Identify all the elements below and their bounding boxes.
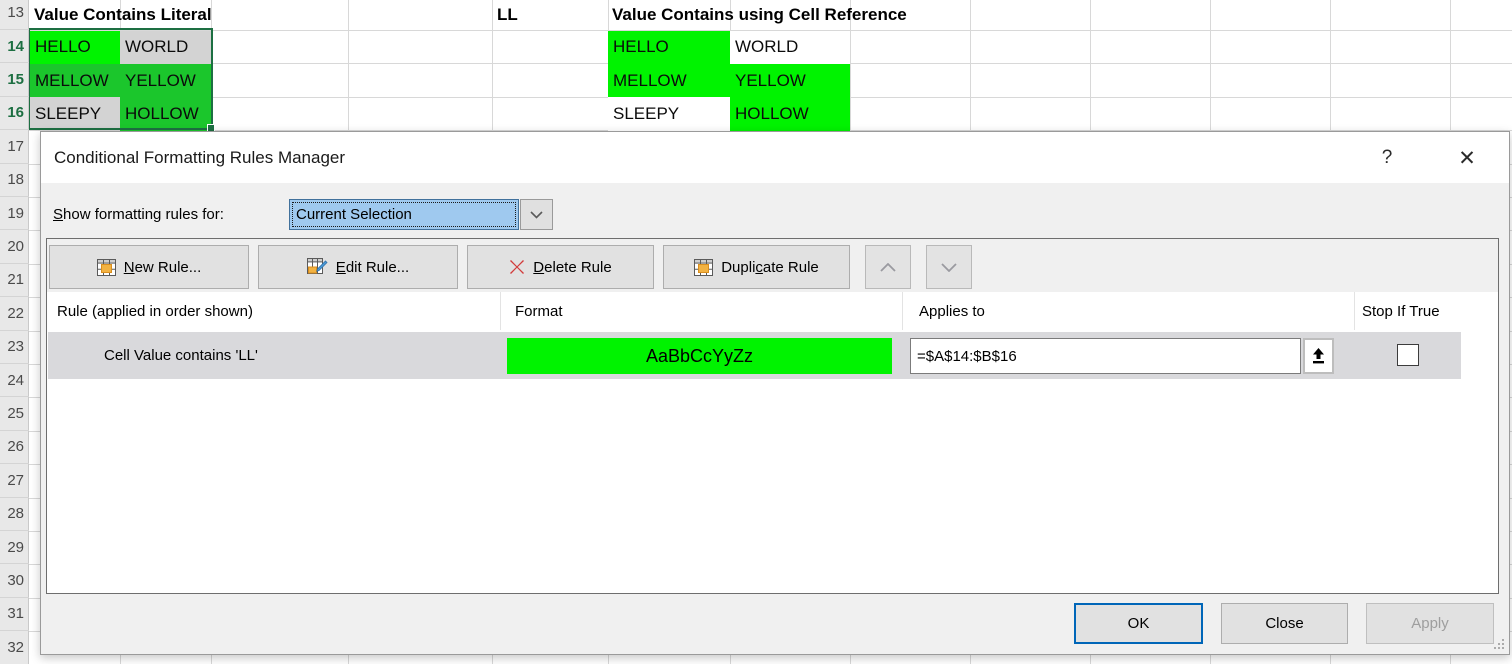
sheet-column-title: Value Contains using Cell Reference xyxy=(612,1,907,29)
row-header[interactable]: 26 xyxy=(0,431,29,464)
new-rule-table-icon xyxy=(97,259,116,276)
chevron-up-icon xyxy=(880,263,896,272)
cell-selection-border xyxy=(28,28,213,130)
move-rule-down-button[interactable] xyxy=(926,245,972,289)
show-formatting-rules-label: Show formatting rules for: xyxy=(53,206,224,223)
dialog-titlebar: Conditional Formatting Rules Manager ? ✕ xyxy=(41,132,1509,183)
row-header[interactable]: 16 xyxy=(0,97,29,130)
duplicate-rule-table-icon xyxy=(694,259,713,276)
edit-rule-button[interactable]: Edit Rule... xyxy=(258,245,458,289)
chevron-down-icon xyxy=(941,263,957,272)
move-rule-up-button[interactable] xyxy=(865,245,911,289)
sheet-column-title: LL xyxy=(497,1,518,29)
row-header[interactable]: 32 xyxy=(0,631,29,664)
row-header[interactable]: 27 xyxy=(0,464,29,497)
row-header[interactable]: 18 xyxy=(0,164,29,197)
close-icon[interactable]: ✕ xyxy=(1446,140,1488,176)
edit-rule-pencil-icon xyxy=(307,258,328,276)
row-header[interactable]: 31 xyxy=(0,598,29,631)
row-header[interactable]: 15 xyxy=(0,63,29,96)
rules-group-box: New Rule... Edit Rule... Delete Rule Dup… xyxy=(46,238,1499,594)
applies-to-input[interactable] xyxy=(910,338,1301,374)
new-rule-label: New Rule... xyxy=(124,259,202,276)
spreadsheet-cell[interactable]: HOLLOW xyxy=(730,97,850,130)
row-header[interactable]: 17 xyxy=(0,130,29,163)
row-header[interactable]: 29 xyxy=(0,531,29,564)
new-rule-button[interactable]: New Rule... xyxy=(49,245,249,289)
scope-dropdown-value: Current Selection xyxy=(296,206,412,223)
row-header[interactable]: 25 xyxy=(0,397,29,430)
delete-rule-label: Delete Rule xyxy=(533,259,611,276)
format-preview-swatch: AaBbCcYyZz xyxy=(507,338,892,374)
row-header[interactable]: 24 xyxy=(0,364,29,397)
conditional-formatting-rules-manager-dialog: Conditional Formatting Rules Manager ? ✕… xyxy=(40,131,1510,655)
row-header[interactable]: 20 xyxy=(0,230,29,263)
delete-x-icon xyxy=(509,259,525,275)
stop-if-true-checkbox[interactable] xyxy=(1397,344,1419,366)
spreadsheet-cell[interactable]: SLEEPY xyxy=(608,97,730,130)
close-button[interactable]: Close xyxy=(1221,603,1348,644)
screen: Value Contains Literal LL Value Contains u… xyxy=(0,0,1512,664)
row-header[interactable]: 28 xyxy=(0,498,29,531)
spreadsheet-cell[interactable]: YELLOW xyxy=(730,64,850,97)
row-header[interactable]: 23 xyxy=(0,331,29,364)
rules-list: Rule (applied in order shown) Format App… xyxy=(47,292,1498,593)
column-header-stop: Stop If True xyxy=(1362,292,1440,330)
column-header-format: Format xyxy=(515,292,563,330)
collapse-dialog-range-button[interactable] xyxy=(1303,338,1334,374)
ok-button[interactable]: OK xyxy=(1074,603,1203,644)
row-header[interactable]: 21 xyxy=(0,264,29,297)
row-header[interactable]: 13 xyxy=(0,0,29,30)
scope-dropdown-arrow-button[interactable] xyxy=(520,199,553,230)
dialog-title: Conditional Formatting Rules Manager xyxy=(54,132,345,183)
duplicate-rule-label: Duplicate Rule xyxy=(721,259,819,276)
sheet-column-title: Value Contains Literal xyxy=(34,1,212,29)
column-header-rule: Rule (applied in order shown) xyxy=(57,292,253,330)
row-header[interactable]: 22 xyxy=(0,297,29,330)
range-select-arrow-icon xyxy=(1311,347,1326,365)
rule-description: Cell Value contains 'LL' xyxy=(104,332,258,379)
apply-button[interactable]: Apply xyxy=(1366,603,1494,644)
scope-dropdown[interactable]: Current Selection xyxy=(289,199,519,230)
row-header[interactable]: 14 xyxy=(0,30,29,63)
spreadsheet-cell[interactable]: MELLOW xyxy=(608,64,730,97)
row-header[interactable]: 19 xyxy=(0,197,29,230)
rule-row[interactable]: Cell Value contains 'LL' AaBbCcYyZz xyxy=(48,332,1461,379)
row-header-column: 1314151617181920212223242526272829303132 xyxy=(0,0,29,664)
spreadsheet-cell[interactable]: HELLO xyxy=(608,31,730,64)
help-icon[interactable]: ? xyxy=(1366,140,1408,176)
spreadsheet-cell[interactable]: WORLD xyxy=(730,31,850,64)
delete-rule-button[interactable]: Delete Rule xyxy=(467,245,654,289)
column-header-applies: Applies to xyxy=(919,292,985,330)
row-header[interactable]: 30 xyxy=(0,564,29,597)
chevron-down-icon xyxy=(530,211,543,219)
edit-rule-label: Edit Rule... xyxy=(336,259,409,276)
resize-grip[interactable] xyxy=(1494,639,1504,649)
duplicate-rule-button[interactable]: Duplicate Rule xyxy=(663,245,850,289)
